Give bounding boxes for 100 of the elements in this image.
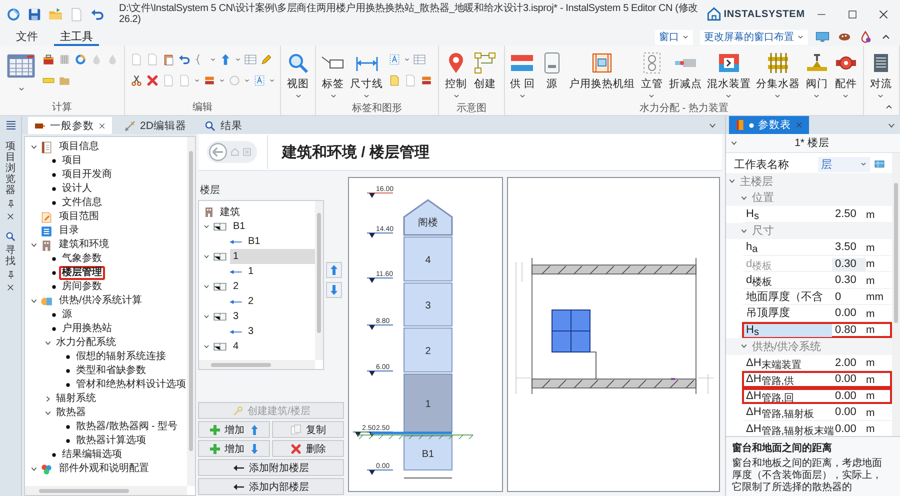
property-value[interactable]: 2.00 [832, 356, 866, 370]
chevron-down-icon[interactable] [203, 253, 210, 260]
tree-item[interactable]: 项目信息 [56, 140, 102, 154]
chevron-down-icon[interactable] [203, 223, 210, 230]
ribbon-button[interactable]: 分集水器 [754, 48, 802, 102]
pencil-icon[interactable] [260, 53, 273, 66]
property-value[interactable]: 0.00 [832, 422, 866, 436]
undo-icon[interactable] [90, 6, 105, 22]
floor-block[interactable] [404, 328, 452, 372]
sheet-dropdown[interactable]: 层 [818, 156, 870, 172]
toolbox-icon[interactable] [42, 53, 55, 66]
chevron-down-icon[interactable] [740, 194, 748, 202]
menu-tab[interactable]: 文件 [10, 28, 44, 46]
scrollbar-thumb[interactable] [894, 183, 898, 323]
chevron-down-icon[interactable] [740, 226, 748, 235]
floor-block[interactable] [404, 436, 452, 470]
tree-item[interactable]: B1 [246, 236, 262, 247]
property-value[interactable]: 0.30 [832, 274, 866, 288]
tree-item[interactable]: 散热器 [53, 406, 89, 420]
tree-item[interactable]: 假想的辐射系统连接 [73, 350, 169, 364]
tree-item[interactable]: 项目开发商 [59, 168, 115, 182]
close-icon[interactable] [98, 122, 106, 130]
document-icon[interactable] [69, 6, 84, 22]
layout-menu-button[interactable]: 更改屏幕的窗口布置 [700, 30, 808, 44]
group-header[interactable]: 尺寸 [726, 222, 892, 239]
ribbon-button[interactable]: 视图 [284, 48, 312, 102]
ribbon-button[interactable]: 阀门 [802, 48, 831, 102]
table-icon[interactable] [413, 53, 426, 66]
ribbon-button[interactable]: 户用换热机组 [566, 48, 637, 94]
chevron-down-icon[interactable] [203, 283, 210, 290]
table-icon[interactable] [244, 53, 257, 66]
drop-settings-icon[interactable] [859, 30, 873, 44]
chevron-down-icon[interactable] [203, 343, 210, 350]
chevron-down-icon[interactable] [203, 313, 210, 320]
ribbon-button[interactable]: 控制 [442, 48, 470, 102]
vertical-scrollbar[interactable] [187, 137, 195, 486]
chevron-down-icon[interactable] [30, 143, 38, 151]
tree-item[interactable]: 3 [230, 309, 315, 324]
tree-item[interactable]: 目录 [56, 224, 82, 238]
layers-icon[interactable] [203, 74, 216, 87]
tree-item[interactable]: 项目 [59, 154, 85, 168]
chevron-down-icon[interactable] [30, 465, 38, 473]
property-value[interactable]: 3.50 [832, 241, 866, 254]
tree-item[interactable]: 户用换热站 [59, 322, 115, 336]
pin-icon[interactable] [6, 199, 16, 209]
clipboard-icon[interactable] [162, 53, 175, 66]
tree-item[interactable]: 结果编辑选项 [59, 448, 125, 462]
spreadsheet-icon[interactable] [6, 52, 36, 80]
panel-tab[interactable]: 参数表 [729, 116, 809, 134]
tree-item[interactable]: 源 [59, 308, 75, 322]
property-value[interactable]: 0.80 [832, 324, 866, 336]
property-value[interactable]: 0.00 [832, 307, 866, 320]
arrow-up-icon[interactable] [219, 53, 232, 66]
tree-item[interactable]: 建筑 [218, 204, 242, 218]
property-value[interactable]: 0.00 [832, 406, 866, 420]
tree-item[interactable]: 房间参数 [59, 280, 105, 294]
tree-item[interactable]: 建筑和环境 [56, 238, 112, 252]
search-icon[interactable] [5, 231, 16, 242]
property-value[interactable]: 2.50 [832, 208, 866, 222]
undo-icon[interactable] [178, 53, 191, 66]
property-value[interactable]: 0.00 [832, 390, 866, 402]
tree-item[interactable]: 散热器/散热器阀 - 型号 [73, 420, 181, 434]
tree-item[interactable]: 部件外观和说明配置 [56, 462, 152, 476]
scrollbar-thumb[interactable] [39, 488, 129, 492]
scrollbar-thumb[interactable] [211, 362, 271, 366]
spreadsheet-icon[interactable] [874, 158, 886, 170]
chevron-down-icon[interactable] [708, 120, 717, 130]
tree-item[interactable]: 1 [246, 266, 256, 277]
tree-item[interactable]: 水力分配系统 [53, 336, 119, 350]
scrollbar-thumb[interactable] [317, 213, 321, 333]
group-header[interactable]: 主楼层 [726, 173, 892, 190]
action-button[interactable]: 添加内部楼层 [198, 478, 344, 495]
ribbon-button[interactable]: 创建 [471, 48, 499, 94]
tree-item[interactable]: 设计人 [59, 182, 95, 196]
property-value[interactable]: 0 [832, 290, 866, 304]
scrollbar-thumb[interactable] [189, 151, 193, 451]
panel-list-icon[interactable] [4, 119, 16, 131]
text-frame-icon[interactable] [253, 74, 266, 87]
maximize-icon[interactable] [846, 8, 859, 20]
chevron-down-icon[interactable] [44, 409, 52, 417]
tree-item[interactable]: 3 [246, 326, 256, 337]
save-icon[interactable] [27, 6, 42, 22]
chevron-down-icon[interactable] [740, 342, 748, 350]
tree-item[interactable]: 楼层管理 [59, 266, 105, 280]
ribbon-button[interactable]: 标签 [319, 48, 347, 102]
floor-block[interactable] [404, 236, 452, 282]
tree-item[interactable]: 气象参数 [59, 252, 105, 266]
pin-icon[interactable] [6, 270, 16, 280]
back-icon[interactable] [208, 142, 228, 162]
tree-item[interactable]: 项目范围 [56, 210, 102, 224]
tree-item[interactable]: 管材和绝热材料设计选项 [73, 378, 187, 392]
layers-icon[interactable] [420, 74, 433, 87]
tree-item[interactable]: 2 [246, 296, 256, 307]
action-button[interactable]: 删除 [272, 440, 344, 457]
document-tab[interactable]: 结果 [198, 117, 248, 134]
ring-chart-icon[interactable] [74, 53, 87, 66]
ribbon-button[interactable]: 供 回 [508, 48, 537, 102]
tree-item[interactable]: 4 [230, 339, 315, 354]
close-icon[interactable] [6, 212, 15, 221]
tree-item[interactable]: 1 [230, 249, 315, 264]
